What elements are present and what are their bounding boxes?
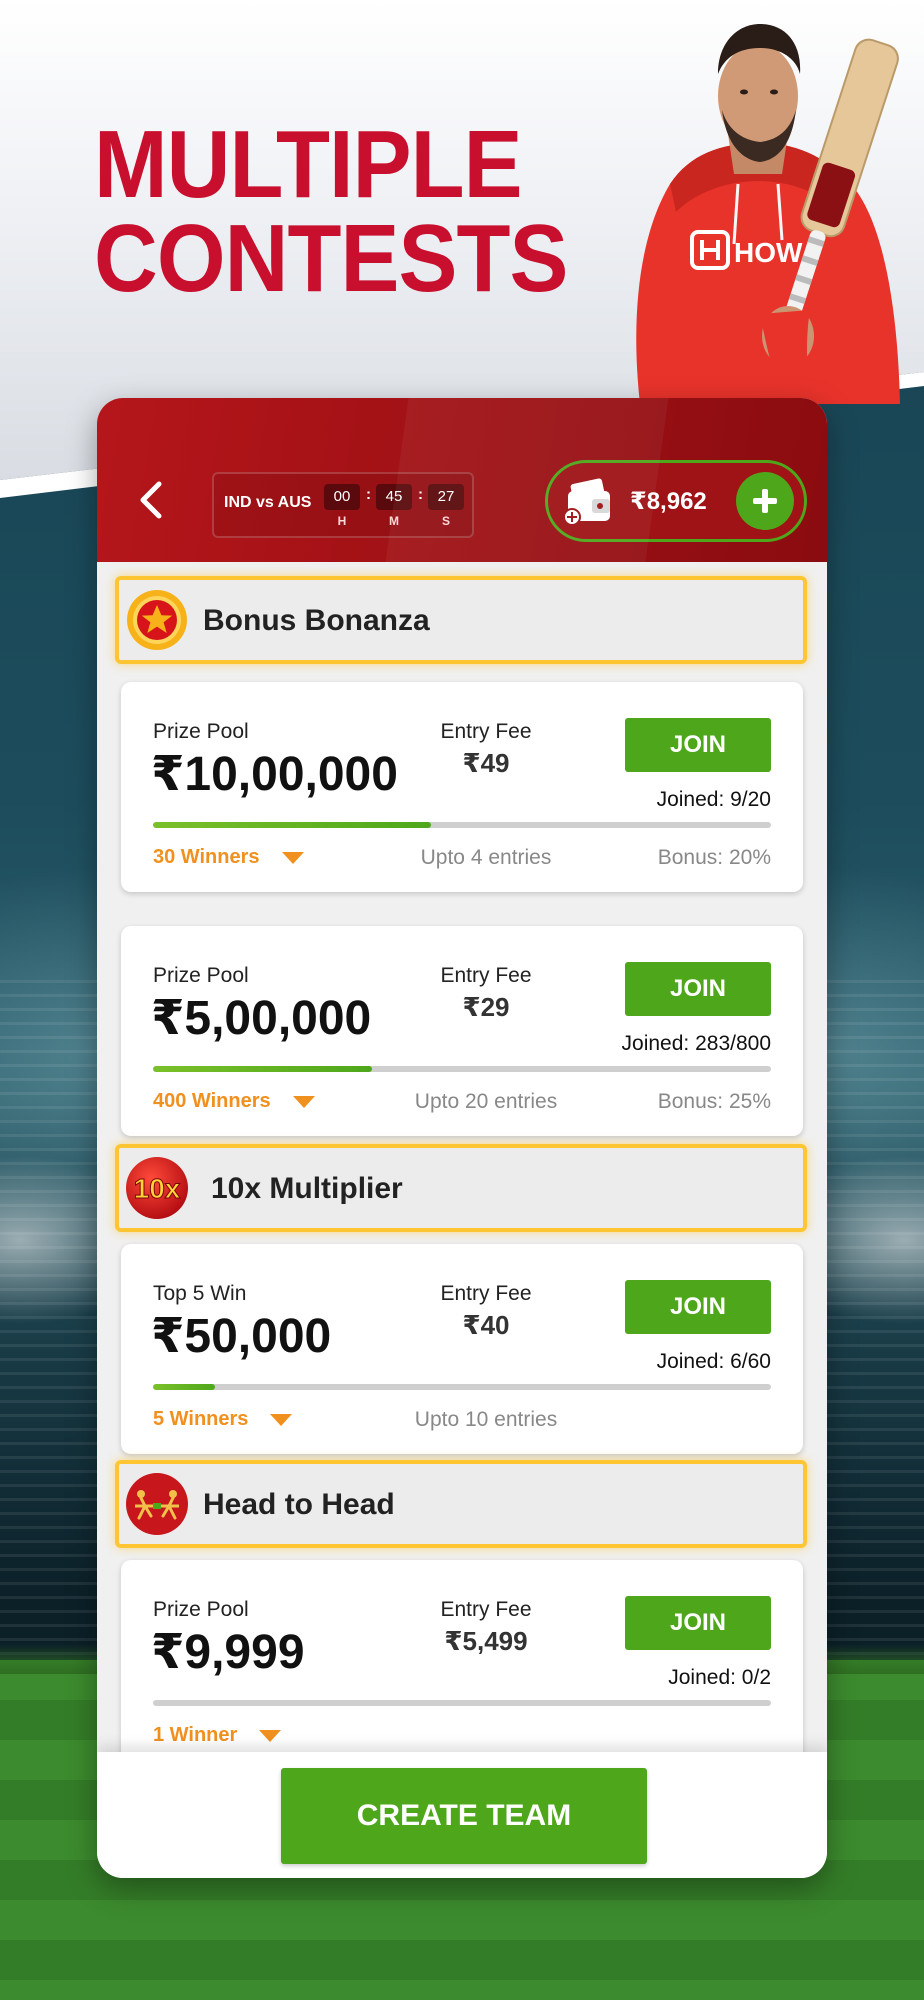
prize-label: Top 5 Win xyxy=(153,1282,247,1305)
match-info: IND vs AUS 00 : 45 : 27 H M S xyxy=(212,472,474,538)
joined-count: Joined: 6/60 xyxy=(656,1350,771,1373)
entry-fee-label: Entry Fee xyxy=(440,964,532,987)
bottom-action-bar: CREATE TEAM xyxy=(97,1752,827,1878)
prize-label: Prize Pool xyxy=(153,720,249,743)
wallet-balance: ₹8,962 xyxy=(630,488,707,515)
wallet-icon xyxy=(563,478,610,525)
section-head-to-head: Head to Head xyxy=(115,1460,807,1548)
timer-hours: 00 xyxy=(324,484,360,510)
caret-down-icon xyxy=(292,1095,315,1108)
entry-fee-label: Entry Fee xyxy=(440,1282,532,1305)
app-header: IND vs AUS 00 : 45 : 27 H M S ₹8,962 xyxy=(97,398,827,562)
winners-label: 30 Winners xyxy=(153,846,260,868)
fill-progress-bar xyxy=(153,822,771,828)
entries-limit: Upto 20 entries xyxy=(414,1090,558,1113)
contest-card[interactable]: Prize Pool ₹9,999 Entry Fee ₹5,499 JOIN … xyxy=(121,1560,803,1752)
section-title: 10x Multiplier xyxy=(211,1172,403,1205)
bonus-percent: Bonus: 25% xyxy=(657,1090,771,1113)
create-team-button[interactable]: CREATE TEAM xyxy=(281,1768,647,1864)
match-title: IND vs AUS xyxy=(224,494,312,511)
prize-label: Prize Pool xyxy=(153,964,249,987)
entry-fee-amount: ₹5,499 xyxy=(444,1626,528,1656)
contest-app-screen: IND vs AUS 00 : 45 : 27 H M S ₹8,962 Bon… xyxy=(97,398,827,1878)
fill-progress-bar xyxy=(153,1384,771,1390)
jersey-logo-text: HOW xyxy=(734,237,803,268)
timer-hours-label: H xyxy=(337,514,347,528)
progress-fill xyxy=(153,822,432,828)
promo-headline: MULTIPLE CONTESTS xyxy=(94,111,568,312)
promo-background: MULTIPLE CONTESTS HOW IND vs AUS 00: 45… xyxy=(0,0,924,2000)
joined-count: Joined: 9/20 xyxy=(656,788,771,811)
join-button[interactable]: JOIN xyxy=(625,718,771,772)
winners-dropdown[interactable]: 1 Winner xyxy=(153,1724,282,1747)
progress-fill xyxy=(153,1066,372,1072)
prize-amount: ₹50,000 xyxy=(151,1310,332,1363)
back-arrow-icon[interactable] xyxy=(133,480,173,520)
contest-card[interactable]: Top 5 Win ₹50,000 Entry Fee ₹40 JOIN Joi… xyxy=(121,1244,803,1454)
winners-label: 5 Winners xyxy=(153,1408,249,1430)
section-title: Head to Head xyxy=(203,1488,395,1521)
caret-down-icon xyxy=(259,1729,282,1742)
10x-badge-text: 10x xyxy=(134,1173,181,1204)
section-bonus-bonanza: Bonus Bonanza xyxy=(115,576,807,664)
caret-down-icon xyxy=(281,851,304,864)
countdown-timer: 00 : 45 : 27 H M S xyxy=(322,482,466,528)
tug-of-war-icon xyxy=(126,1473,188,1535)
winners-dropdown[interactable]: 5 Winners xyxy=(153,1408,293,1431)
timer-seconds-label: S xyxy=(441,514,450,528)
star-badge-icon xyxy=(127,590,187,650)
contest-card[interactable]: Prize Pool ₹5,00,000 Entry Fee ₹29 JOIN … xyxy=(121,926,803,1136)
prize-amount: ₹9,999 xyxy=(151,1626,305,1679)
stadium-stand-right xyxy=(824,980,924,1680)
entry-fee-amount: ₹40 xyxy=(462,1310,510,1340)
progress-fill xyxy=(153,1384,215,1390)
timer-separator: : xyxy=(366,486,371,503)
join-button[interactable]: JOIN xyxy=(625,1280,771,1334)
10x-badge-icon: 10x xyxy=(126,1157,188,1219)
entry-fee-amount: ₹49 xyxy=(462,748,510,778)
cricketer-illustration: HOW xyxy=(636,24,900,404)
add-money-button[interactable] xyxy=(736,472,794,530)
wallet-pill[interactable]: ₹8,962 xyxy=(545,460,807,542)
join-button[interactable]: JOIN xyxy=(625,962,771,1016)
entries-limit: Upto 10 entries xyxy=(414,1408,558,1431)
fill-progress-bar xyxy=(153,1700,771,1706)
section-10x-multiplier: 10x 10x Multiplier xyxy=(115,1144,807,1232)
fill-progress-bar xyxy=(153,1066,771,1072)
entry-fee-label: Entry Fee xyxy=(440,720,532,743)
entry-fee-label: Entry Fee xyxy=(440,1598,532,1621)
join-button[interactable]: JOIN xyxy=(625,1596,771,1650)
joined-count: Joined: 0/2 xyxy=(668,1666,771,1689)
winners-dropdown[interactable]: 400 Winners xyxy=(153,1090,315,1113)
entry-fee-amount: ₹29 xyxy=(462,992,510,1022)
winners-label: 400 Winners xyxy=(153,1090,271,1112)
winners-dropdown[interactable]: 30 Winners xyxy=(153,846,304,869)
joined-count: Joined: 283/800 xyxy=(621,1032,771,1055)
headline-line-2: CONTESTS xyxy=(94,205,568,312)
prize-amount: ₹10,00,000 xyxy=(151,748,398,801)
entries-limit: Upto 4 entries xyxy=(420,846,552,869)
caret-down-icon xyxy=(270,1413,293,1426)
prize-amount: ₹5,00,000 xyxy=(151,992,372,1045)
timer-minutes: 45 xyxy=(376,484,412,510)
headline-line-1: MULTIPLE xyxy=(94,111,523,218)
contest-list[interactable]: Bonus Bonanza Prize Pool ₹10,00,000 Entr… xyxy=(97,562,827,1752)
section-title: Bonus Bonanza xyxy=(203,604,430,637)
timer-minutes-label: M xyxy=(389,514,399,528)
prize-label: Prize Pool xyxy=(153,1598,249,1621)
timer-separator: : xyxy=(418,486,423,503)
winners-label: 1 Winner xyxy=(153,1724,238,1746)
stadium-stand-left xyxy=(0,980,100,1680)
bonus-percent: Bonus: 20% xyxy=(657,846,771,869)
contest-card[interactable]: Prize Pool ₹10,00,000 Entry Fee ₹49 JOIN… xyxy=(121,682,803,892)
timer-seconds: 27 xyxy=(428,484,464,510)
